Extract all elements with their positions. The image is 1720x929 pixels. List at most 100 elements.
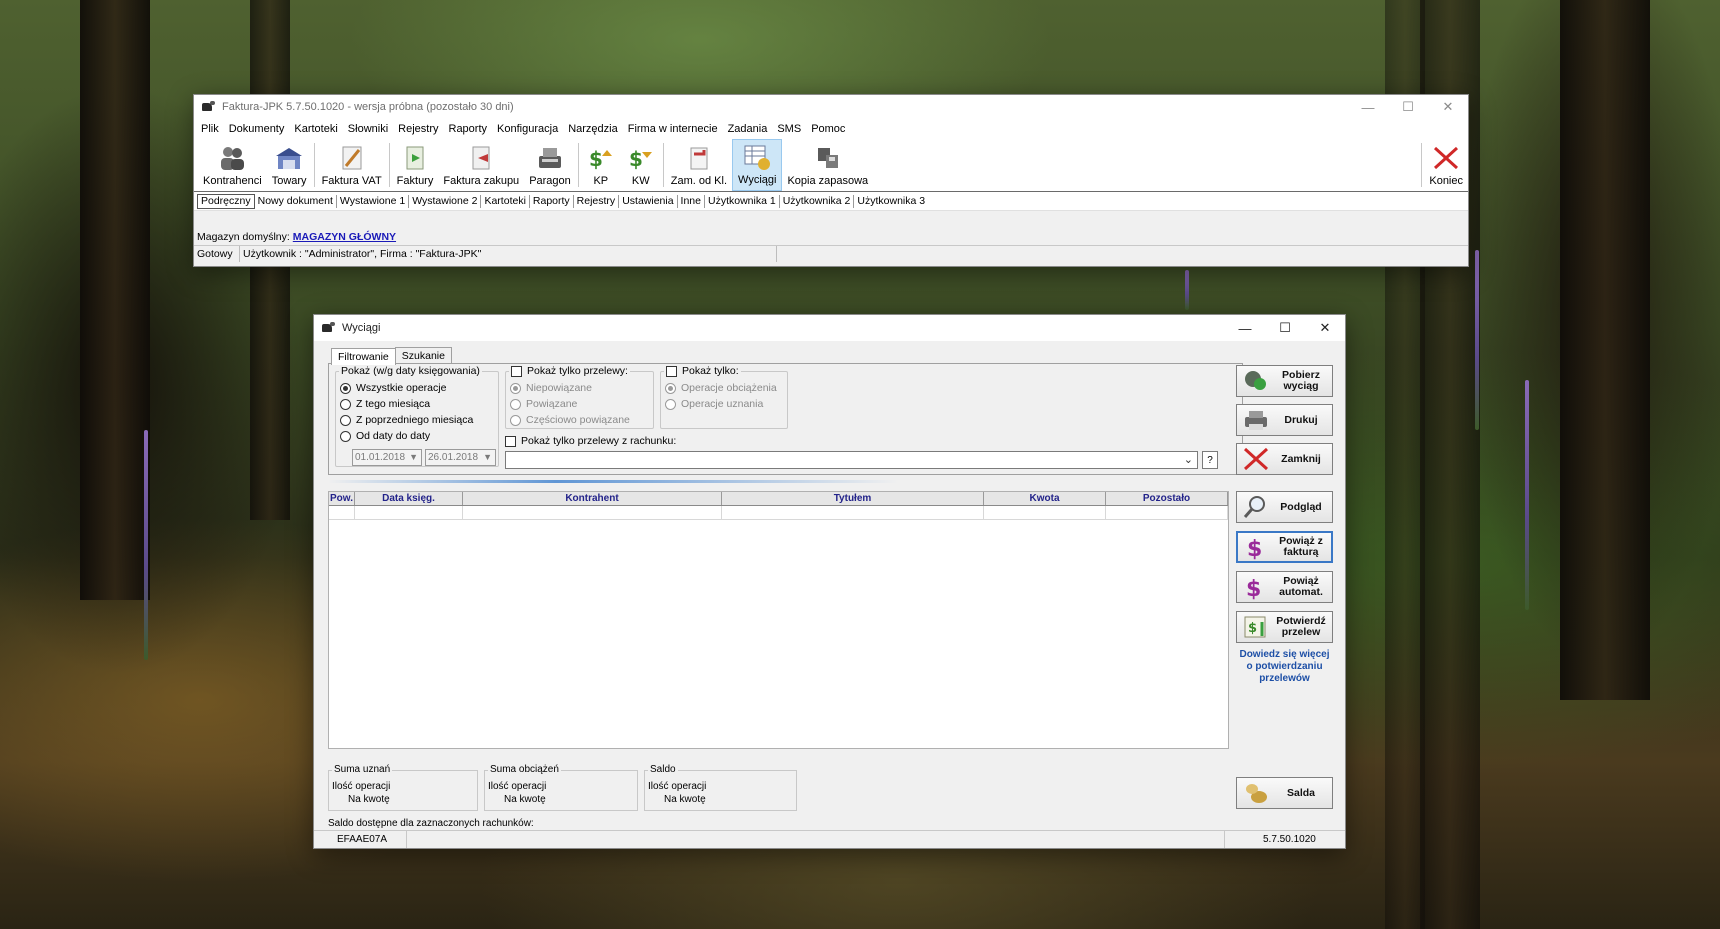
tab-rejestry[interactable]: Rejestry <box>574 194 620 208</box>
close-x-icon <box>1242 446 1270 472</box>
option-label: Operacje obciążenia <box>681 382 777 394</box>
zamknij-button[interactable]: Zamknij <box>1236 443 1333 475</box>
kw-button[interactable]: $ KW <box>621 139 661 191</box>
tab-uzytkownika-1[interactable]: Użytkownika 1 <box>705 194 780 208</box>
faktura-vat-button[interactable]: Faktura VAT <box>317 139 387 191</box>
wyciagi-label: Wyciągi <box>738 174 777 186</box>
potwierdz-przelew-button[interactable]: $ Potwierdź przelew <box>1236 611 1333 643</box>
tab-szukanie[interactable]: Szukanie <box>394 347 452 364</box>
svg-text:$: $ <box>589 147 603 171</box>
only-group-label[interactable]: Pokaż tylko: <box>664 365 741 377</box>
towary-button[interactable]: Towary <box>267 139 312 191</box>
menu-kartoteki[interactable]: Kartoteki <box>294 123 337 135</box>
wyciagi-titlebar[interactable]: Wyciągi — ☐ ✕ <box>314 315 1345 341</box>
checkbox-icon <box>505 435 516 447</box>
status-ready: Gotowy <box>194 246 240 262</box>
help-button[interactable]: ? <box>1202 451 1218 469</box>
magazyn-link[interactable]: MAGAZYN GŁÓWNY <box>293 231 396 243</box>
quick-tabs: Podręczny Nowy dokument Wystawione 1 Wys… <box>194 192 1468 211</box>
tab-wystawione-1[interactable]: Wystawione 1 <box>337 194 410 208</box>
menu-rejestry[interactable]: Rejestry <box>398 123 438 135</box>
col-pozostalo[interactable]: Pozostało <box>1106 492 1228 505</box>
table-row[interactable] <box>329 506 1228 520</box>
kontrahenci-button[interactable]: Kontrahenci <box>198 139 267 191</box>
koniec-label: Koniec <box>1429 175 1463 187</box>
powiaz-automat-button[interactable]: $ Powiąż automat. <box>1236 571 1333 603</box>
menu-narzedzia[interactable]: Narzędzia <box>568 123 618 135</box>
transfers-group-label[interactable]: Pokaż tylko przelewy: <box>509 365 630 377</box>
menu-firma-w-internecie[interactable]: Firma w internecie <box>628 123 718 135</box>
podglad-button[interactable]: Podgląd <box>1236 491 1333 523</box>
suma-uznan-label: Suma uznań <box>332 764 393 775</box>
powiaz-z-faktura-label: Powiąż z fakturą <box>1279 535 1323 558</box>
menu-slowniki[interactable]: Słowniki <box>348 123 388 135</box>
powiaz-z-faktura-button[interactable]: $ Powiąż z fakturą <box>1236 531 1333 563</box>
main-titlebar[interactable]: Faktura-JPK 5.7.50.1020 - wersja próbna … <box>194 95 1468 119</box>
menu-pomoc[interactable]: Pomoc <box>811 123 845 135</box>
tab-filtrowanie[interactable]: Filtrowanie <box>331 348 396 365</box>
statements-table[interactable]: Pow. Data księg. Kontrahent Tytułem Kwot… <box>328 491 1229 749</box>
wyciagi-status-bar: EFAAE07A 5.7.50.1020 <box>314 830 1345 848</box>
option-previous-month[interactable]: Z poprzedniego miesiąca <box>340 414 473 426</box>
faktury-button[interactable]: Faktury <box>392 139 439 191</box>
col-data-ksieg[interactable]: Data księg. <box>355 492 463 505</box>
date-from-picker[interactable]: 01.01.2018 ▼ <box>352 449 422 466</box>
paragon-label: Paragon <box>529 175 571 187</box>
suma-obciazen-label: Suma obciążeń <box>488 764 561 775</box>
minimize-icon[interactable]: — <box>1348 95 1388 119</box>
menu-plik[interactable]: Plik <box>201 123 219 135</box>
faktura-vat-label: Faktura VAT <box>321 175 382 187</box>
col-kwota[interactable]: Kwota <box>984 492 1106 505</box>
tab-ustawienia[interactable]: Ustawienia <box>619 194 678 208</box>
account-select[interactable]: ⌄ <box>505 451 1198 469</box>
col-kontrahent[interactable]: Kontrahent <box>463 492 722 505</box>
col-tytulem[interactable]: Tytułem <box>722 492 984 505</box>
tab-raporty[interactable]: Raporty <box>530 194 574 208</box>
option-powiazane[interactable]: Powiązane <box>510 398 577 410</box>
menu-dokumenty[interactable]: Dokumenty <box>229 123 285 135</box>
maximize-icon[interactable]: ☐ <box>1265 315 1305 341</box>
close-icon[interactable]: ✕ <box>1305 315 1345 341</box>
menu-raporty[interactable]: Raporty <box>449 123 488 135</box>
pobierz-wyciag-button[interactable]: Pobierz wyciąg <box>1236 365 1333 397</box>
maximize-icon[interactable]: ☐ <box>1388 95 1428 119</box>
kp-button[interactable]: $ KP <box>581 139 621 191</box>
people-icon <box>217 144 247 172</box>
close-icon[interactable]: ✕ <box>1428 95 1468 119</box>
option-niepowiazane[interactable]: Niepowiązane <box>510 382 592 394</box>
menu-zadania[interactable]: Zadania <box>728 123 768 135</box>
option-date-range[interactable]: Od daty do daty <box>340 430 430 442</box>
option-all-operations[interactable]: Wszystkie operacje <box>340 382 446 394</box>
menu-konfiguracja[interactable]: Konfiguracja <box>497 123 558 135</box>
zam-od-kl-button[interactable]: Zam. od Kl. <box>666 139 732 191</box>
account-filter-checkbox[interactable]: Pokaż tylko przelewy z rachunku: <box>505 435 676 447</box>
svg-text:$: $ <box>1246 577 1261 600</box>
faktura-zakupu-button[interactable]: Faktura zakupu <box>438 139 524 191</box>
tab-nowy-dokument[interactable]: Nowy dokument <box>255 194 337 208</box>
paragon-button[interactable]: Paragon <box>524 139 576 191</box>
tab-uzytkownika-2[interactable]: Użytkownika 2 <box>780 194 855 208</box>
minimize-icon[interactable]: — <box>1225 315 1265 341</box>
date-to-picker[interactable]: 26.01.2018 ▼ <box>425 449 496 466</box>
tab-kartoteki[interactable]: Kartoteki <box>481 194 530 208</box>
tab-wystawione-2[interactable]: Wystawione 2 <box>409 194 482 208</box>
faktura-zakupu-label: Faktura zakupu <box>443 175 520 187</box>
wyciagi-button[interactable]: Wyciągi <box>732 139 783 191</box>
option-label: Niepowiązane <box>526 382 592 394</box>
coins-icon <box>1242 780 1270 806</box>
drukuj-button[interactable]: Drukuj <box>1236 404 1333 436</box>
tab-podreczny[interactable]: Podręczny <box>197 193 255 209</box>
option-obciazenia[interactable]: Operacje obciążenia <box>665 382 777 394</box>
option-uznania[interactable]: Operacje uznania <box>665 398 763 410</box>
radio-icon <box>665 398 676 410</box>
kopia-zapasowa-button[interactable]: Kopia zapasowa <box>782 139 873 191</box>
option-czesciowo-powiazane[interactable]: Częściowo powiązane <box>510 414 630 426</box>
salda-button[interactable]: Salda <box>1236 777 1333 809</box>
tab-uzytkownika-3[interactable]: Użytkownika 3 <box>854 195 928 208</box>
menu-sms[interactable]: SMS <box>777 123 801 135</box>
learn-more-link[interactable]: Dowiedz się więcej o potwierdzaniu przel… <box>1236 649 1333 685</box>
koniec-button[interactable]: Koniec <box>1424 139 1468 191</box>
option-this-month[interactable]: Z tego miesiąca <box>340 398 430 410</box>
tab-inne[interactable]: Inne <box>678 194 705 208</box>
col-pow[interactable]: Pow. <box>329 492 355 505</box>
